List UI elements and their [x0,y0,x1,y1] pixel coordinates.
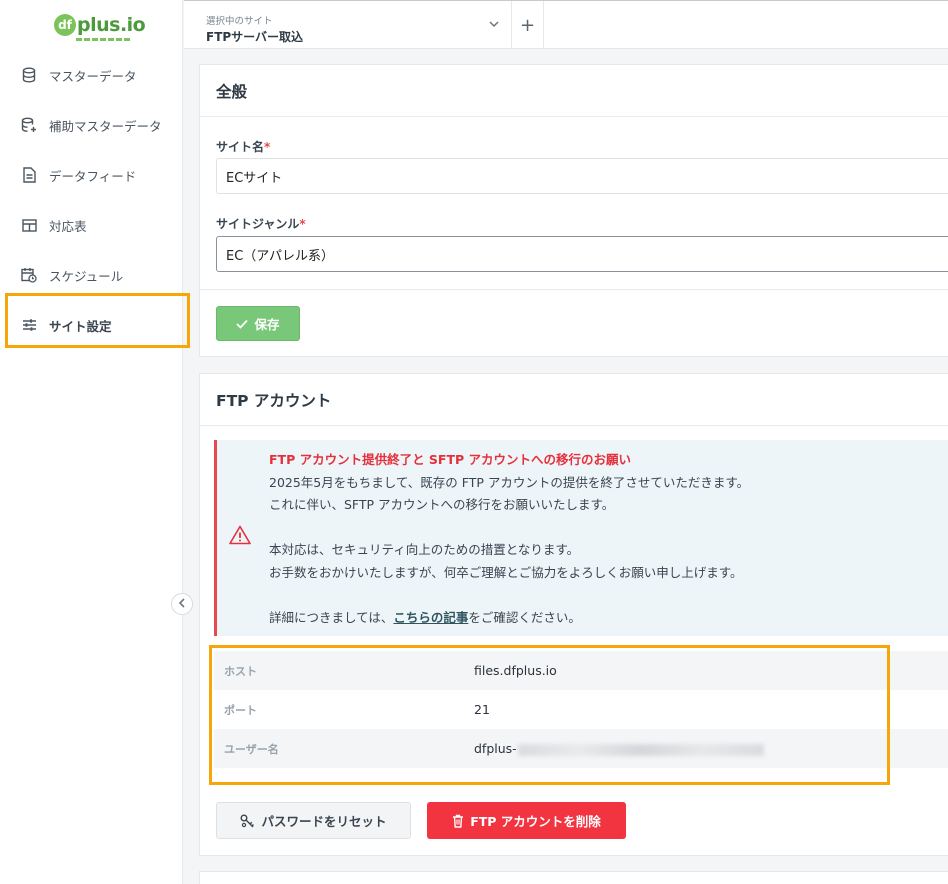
site-name-input[interactable]: ECサイト [216,158,948,194]
site-name-value: ECサイト [226,170,283,186]
required-mark: * [264,140,271,154]
sidebar-item-label: データフィード [49,168,137,184]
logo-text: plus.io [77,14,146,36]
notice-line: 詳細につきましては、こちらの記事をご確認ください。 [269,607,749,630]
chevron-down-icon [489,17,499,31]
site-genre-select[interactable]: EC（アパレル系） [216,236,948,272]
sidebar-item-sub-master-data[interactable]: 補助マスターデータ [0,100,183,150]
check-icon [236,319,249,329]
calendar-clock-icon [20,266,38,284]
notice-line: これに伴い、SFTP アカウントへの移行をお願いいたします。 [269,497,615,513]
notice-line-pre: 詳細につきましては、 [269,610,394,626]
sidebar-item-mapping-table[interactable]: 対応表 [0,200,183,250]
next-card [199,871,948,884]
database-plus-icon [20,116,38,134]
divider [200,289,948,290]
site-selector-value: FTPサーバー取込 [206,30,304,44]
sidebar-item-data-feed[interactable]: データフィード [0,150,183,200]
general-card: 全般 サイト名* ECサイト サイトジャンル* EC（アパレル系） 保存 [199,64,948,357]
notice-line: お手数をおかけいたしますが、何卒ご理解とご協力をよろしくお願い申し上げます。 [269,564,743,580]
database-icon [20,66,38,84]
article-link[interactable]: こちらの記事 [393,610,468,625]
sidebar-item-label: マスターデータ [49,68,137,84]
warning-icon [229,525,251,549]
sidebar: df plus.io マスターデータ 補助マスターデータ データフィード 対応表… [0,0,190,884]
site-selector-label: 選択中のサイト [206,16,273,27]
ftp-card-title: FTP アカウント [200,374,948,426]
site-genre-label: サイトジャンル* [216,215,306,232]
site-name-label-text: サイト名 [216,140,265,154]
sidebar-item-label: スケジュール [49,268,124,284]
reset-password-button[interactable]: パスワードをリセット [216,802,411,839]
add-site-button[interactable]: + [512,1,544,49]
chevron-left-icon [178,597,186,611]
site-name-label: サイト名* [216,138,270,155]
collapse-sidebar-button[interactable] [171,593,193,615]
sidebar-item-master-data[interactable]: マスターデータ [0,50,183,100]
notice-spacer [269,585,749,608]
general-card-title: 全般 [200,65,948,117]
notice-line-post: をご確認ください。 [468,610,581,626]
table-icon [20,216,38,234]
site-selector[interactable]: 選択中のサイト FTPサーバー取込 [184,1,512,49]
notice-line: 2025年5月をもちまして、既存の FTP アカウントの提供を終了させていただき… [269,474,750,490]
save-button-label: 保存 [254,317,280,332]
topbar: 選択中のサイト FTPサーバー取込 + [184,0,948,49]
sidebar-item-label: 補助マスターデータ [49,118,162,134]
logo-mark: df [54,14,76,36]
document-icon [20,166,38,184]
required-mark: * [299,217,306,231]
notice-title: FTP アカウント提供終了と SFTP アカウントへの移行のお願い [269,452,632,467]
trash-icon [452,814,464,828]
notice-line: 本対応は、セキュリティ向上のための措置となります。 [269,542,580,558]
notice-spacer [269,517,749,540]
sidebar-item-label: 対応表 [49,218,87,234]
site-genre-value: EC（アパレル系） [226,248,335,264]
delete-ftp-account-button[interactable]: FTP アカウントを削除 [427,802,626,839]
reset-password-label: パスワードをリセット [261,814,387,829]
delete-ftp-account-label: FTP アカウントを削除 [470,814,601,829]
save-button[interactable]: 保存 [216,306,300,341]
dfplus-logo[interactable]: df plus.io [54,12,146,41]
notice-text: FTP アカウント提供終了と SFTP アカウントへの移行のお願い 2025年5… [269,449,749,630]
key-icon [240,814,255,828]
logo-underline [76,38,131,41]
highlight-box-ftp-info [209,645,890,785]
ftp-migration-notice: FTP アカウント提供終了と SFTP アカウントへの移行のお願い 2025年5… [214,440,948,636]
site-genre-label-text: サイトジャンル [216,217,300,231]
highlight-box-sidebar [5,293,190,348]
